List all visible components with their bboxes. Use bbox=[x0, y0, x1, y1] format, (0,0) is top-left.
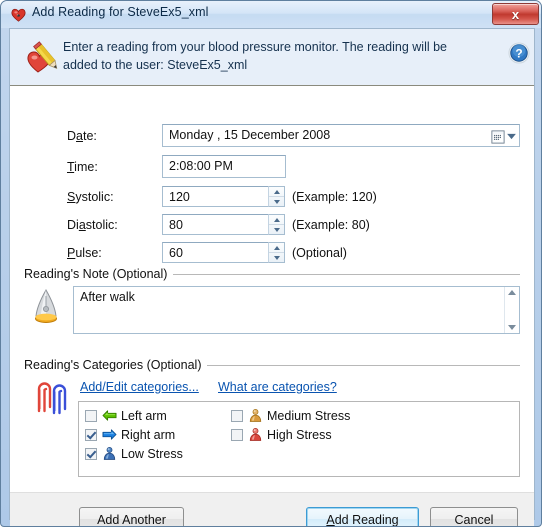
categories-list-box: Left arm Right arm Low Stress Medium Str… bbox=[78, 401, 520, 477]
category-item-high-stress[interactable]: High Stress bbox=[231, 426, 332, 443]
triangle-up-icon bbox=[273, 189, 280, 194]
note-value: After walk bbox=[80, 290, 135, 304]
diastolic-stepper-down[interactable] bbox=[269, 225, 284, 234]
systolic-stepper-down[interactable] bbox=[269, 197, 284, 206]
date-dropdown-button[interactable] bbox=[489, 127, 517, 146]
systolic-stepper[interactable] bbox=[268, 186, 285, 207]
category-item-left-arm[interactable]: Left arm bbox=[85, 407, 167, 424]
add-edit-categories-link[interactable]: Add/Edit categories... bbox=[80, 380, 199, 394]
scroll-down-icon[interactable] bbox=[508, 325, 516, 330]
pulse-hint: (Optional) bbox=[292, 246, 347, 260]
cancel-button[interactable]: Cancel bbox=[430, 507, 518, 527]
checkbox-low-stress[interactable] bbox=[85, 447, 97, 460]
what-are-categories-link[interactable]: What are categories? bbox=[218, 380, 337, 394]
add-another-button[interactable]: Add Another bbox=[79, 507, 184, 527]
pulse-value: 60 bbox=[169, 246, 183, 260]
header-text-line2: added to the user: SteveEx5_xml bbox=[63, 58, 248, 72]
blue-right-arrow-icon bbox=[102, 429, 117, 440]
red-person-icon bbox=[249, 428, 262, 441]
calendar-icon bbox=[490, 129, 505, 144]
paperclips-icon bbox=[37, 382, 67, 415]
triangle-down-icon bbox=[273, 227, 280, 232]
time-label: Time: bbox=[67, 160, 98, 174]
systolic-stepper-up[interactable] bbox=[269, 187, 284, 197]
triangle-up-icon bbox=[273, 217, 280, 222]
title-bar: Add Reading for SteveEx5_xml x bbox=[1, 1, 541, 28]
checkbox-right-arm[interactable] bbox=[85, 428, 97, 441]
category-item-right-arm[interactable]: Right arm bbox=[85, 426, 175, 443]
category-label: Low Stress bbox=[121, 446, 183, 461]
time-value: 2:08:00 PM bbox=[169, 159, 233, 173]
add-reading-dialog: Add Reading for SteveEx5_xml x Enter a r… bbox=[0, 0, 542, 527]
blue-person-icon bbox=[103, 447, 116, 460]
systolic-value: 120 bbox=[169, 190, 190, 204]
pulse-field[interactable]: 60 bbox=[162, 242, 270, 263]
category-label: Left arm bbox=[121, 408, 167, 423]
dialog-inner-frame: Enter a reading from your blood pressure… bbox=[9, 28, 535, 526]
category-item-medium-stress[interactable]: Medium Stress bbox=[231, 407, 350, 424]
category-label: Right arm bbox=[121, 427, 176, 442]
date-label: Date: bbox=[67, 129, 97, 143]
green-left-arrow-icon bbox=[102, 410, 117, 421]
header-description: Enter a reading from your blood pressure… bbox=[63, 38, 453, 74]
date-value: Monday , 15 December 2008 bbox=[169, 128, 331, 142]
categories-group-title: Reading's Categories (Optional) bbox=[24, 358, 208, 372]
header-text-line1: Enter a reading from your blood pressure… bbox=[63, 40, 448, 54]
close-icon: x bbox=[511, 6, 520, 22]
note-textarea[interactable]: After walk bbox=[73, 286, 520, 334]
heart-pencil-icon bbox=[27, 41, 58, 73]
orange-person-icon bbox=[249, 409, 262, 422]
systolic-label: Systolic: bbox=[67, 190, 114, 204]
add-reading-label: Add Reading bbox=[326, 513, 399, 527]
checkbox-high-stress[interactable] bbox=[231, 428, 243, 441]
pen-nib-icon bbox=[35, 288, 57, 323]
scroll-up-icon[interactable] bbox=[508, 290, 516, 295]
systolic-hint: (Example: 120) bbox=[292, 190, 377, 204]
cancel-label: Cancel bbox=[454, 513, 494, 527]
category-label: Medium Stress bbox=[267, 408, 351, 423]
diastolic-field[interactable]: 80 bbox=[162, 214, 270, 235]
chevron-down-icon bbox=[506, 133, 516, 140]
date-field[interactable]: Monday , 15 December 2008 bbox=[162, 124, 520, 147]
note-group-title: Reading's Note (Optional) bbox=[24, 267, 174, 281]
category-label: High Stress bbox=[267, 427, 332, 442]
dialog-body: Date: Monday , 15 December 2008 Time: 2:… bbox=[10, 87, 534, 492]
note-scrollbar[interactable] bbox=[504, 287, 519, 333]
diastolic-hint: (Example: 80) bbox=[292, 218, 370, 232]
pulse-label: Pulse: bbox=[67, 246, 102, 260]
window-title: Add Reading for SteveEx5_xml bbox=[32, 5, 209, 19]
systolic-field[interactable]: 120 bbox=[162, 186, 270, 207]
diastolic-stepper-up[interactable] bbox=[269, 215, 284, 225]
category-item-low-stress[interactable]: Low Stress bbox=[85, 445, 183, 462]
diastolic-label: Diastolic: bbox=[67, 218, 118, 232]
diastolic-value: 80 bbox=[169, 218, 183, 232]
add-another-label: Add Another bbox=[97, 513, 166, 527]
add-reading-button[interactable]: Add Reading bbox=[306, 507, 419, 527]
triangle-down-icon bbox=[273, 255, 280, 260]
time-field[interactable]: 2:08:00 PM bbox=[162, 155, 286, 178]
pulse-stepper[interactable] bbox=[268, 242, 285, 263]
dialog-button-bar: Add Another Add Reading Cancel bbox=[10, 492, 534, 527]
close-button[interactable]: x bbox=[492, 3, 539, 25]
svg-text:?: ? bbox=[515, 47, 522, 61]
diastolic-stepper[interactable] bbox=[268, 214, 285, 235]
header-band: Enter a reading from your blood pressure… bbox=[10, 29, 534, 86]
help-question-icon[interactable]: ? bbox=[508, 42, 530, 64]
triangle-up-icon bbox=[273, 245, 280, 250]
checkbox-medium-stress[interactable] bbox=[231, 409, 243, 422]
heart-icon bbox=[11, 8, 26, 22]
triangle-down-icon bbox=[273, 199, 280, 204]
pulse-stepper-up[interactable] bbox=[269, 243, 284, 253]
checkbox-left-arm[interactable] bbox=[85, 409, 97, 422]
pulse-stepper-down[interactable] bbox=[269, 253, 284, 262]
